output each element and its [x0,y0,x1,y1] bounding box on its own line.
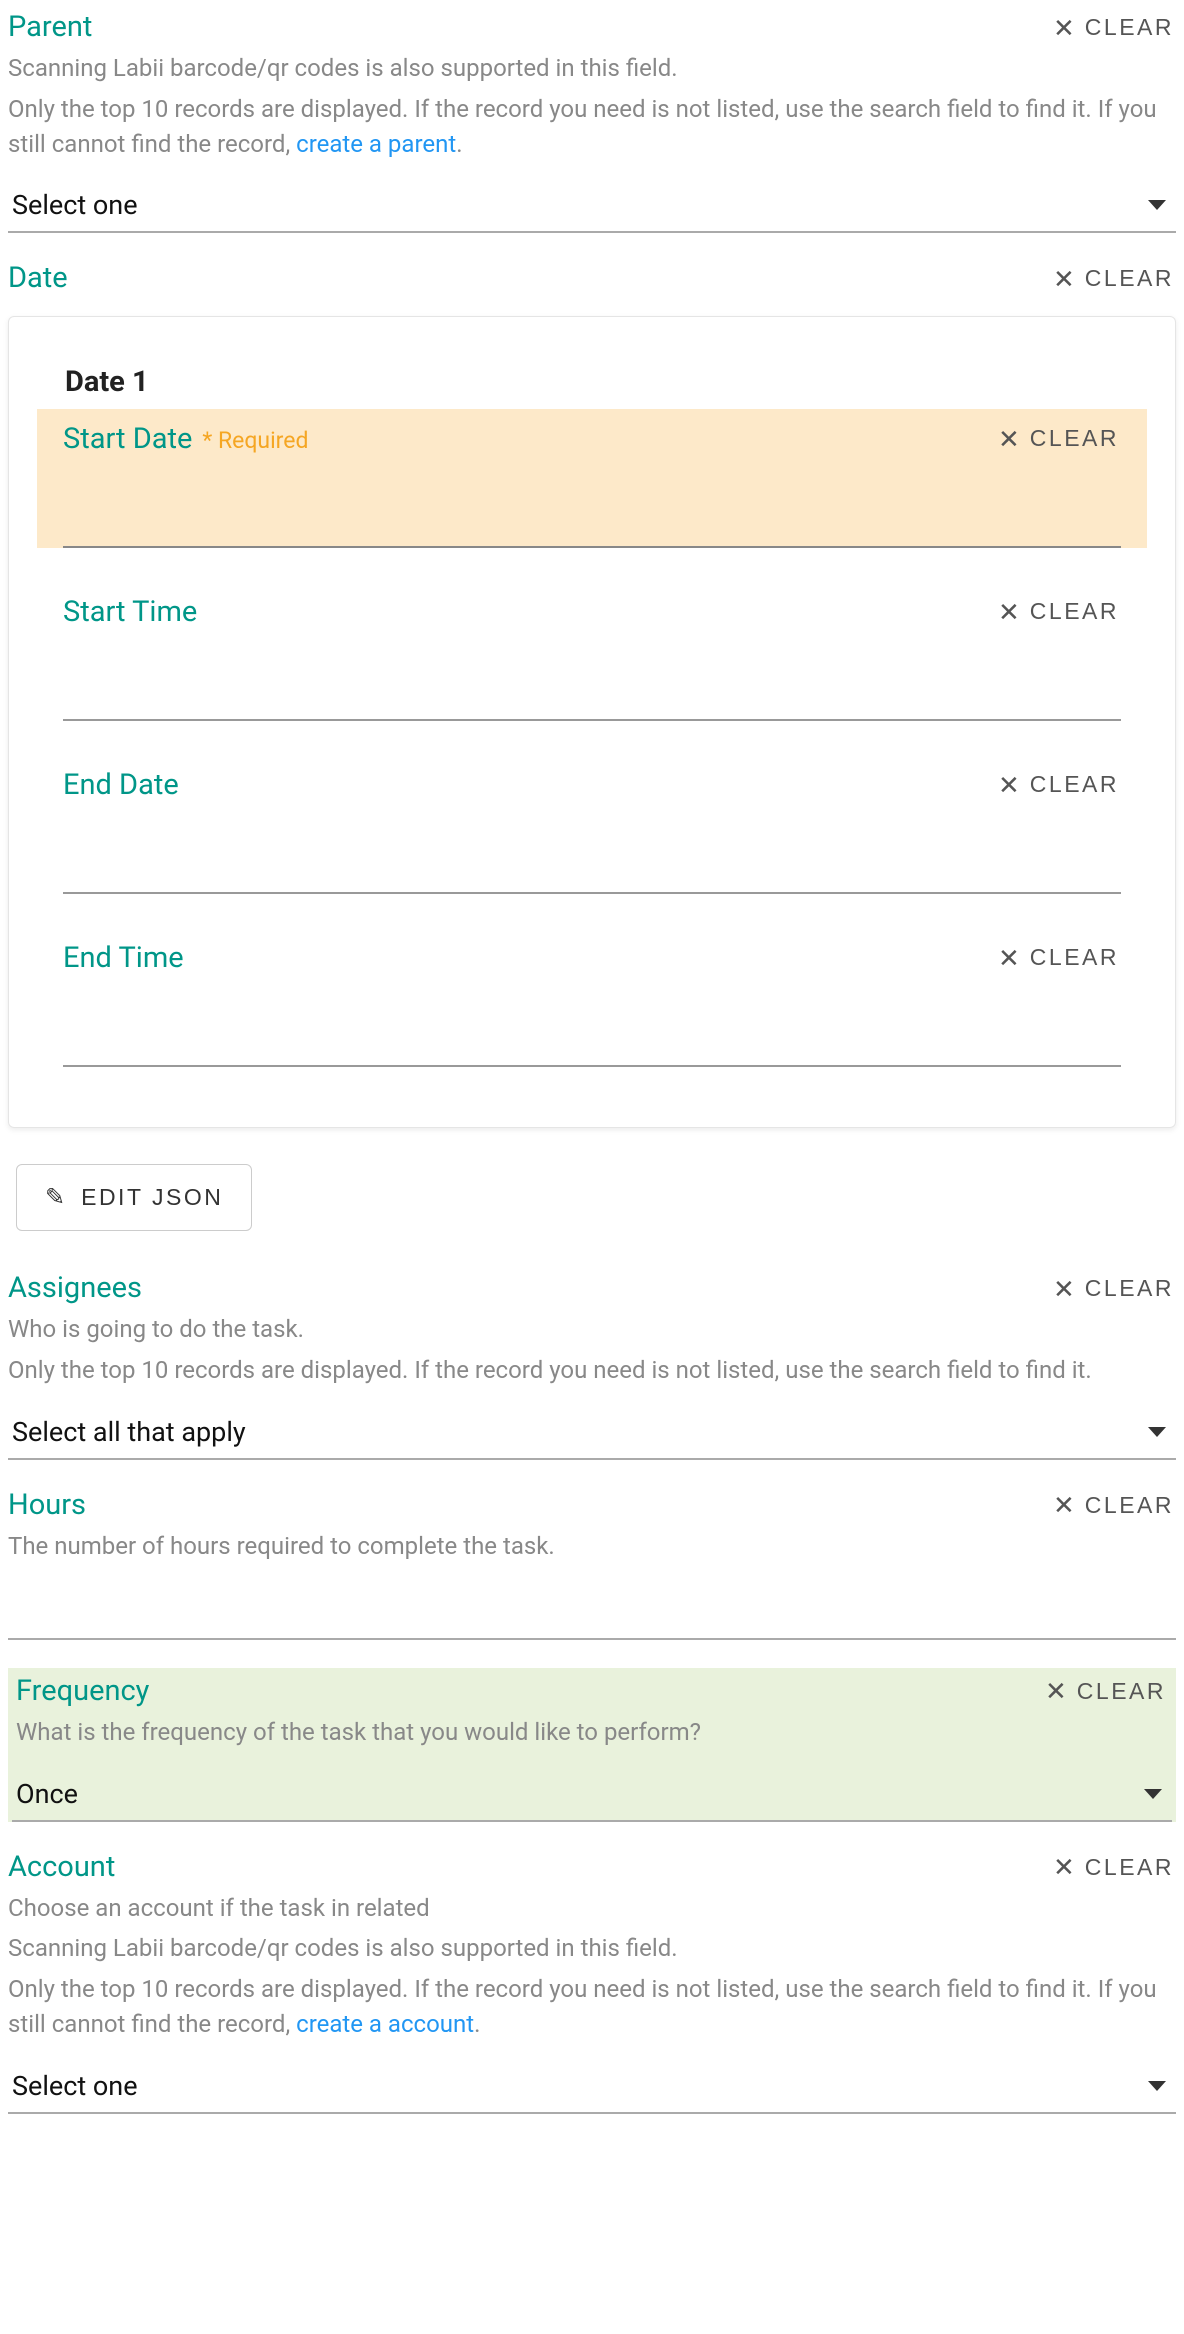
clear-label: CLEAR [1085,1275,1174,1302]
hours-field: Hours ✕ CLEAR The number of hours requir… [8,1488,1176,1640]
create-parent-link[interactable]: create a parent [296,130,456,158]
edit-json-label: EDIT JSON [81,1184,223,1211]
end-time-field: End Time ✕ CLEAR [37,928,1147,1067]
clear-label: CLEAR [1030,771,1119,798]
date-panel-title: Date 1 [29,365,1155,399]
hours-header: Hours ✕ CLEAR [8,1488,1176,1523]
assignees-help-1: Who is going to do the task. [8,1312,1176,1347]
chevron-down-icon [1148,200,1166,210]
end-time-header: End Time ✕ CLEAR [63,940,1121,975]
close-icon: ✕ [1045,1678,1067,1704]
close-icon: ✕ [998,945,1020,971]
close-icon: ✕ [998,426,1020,452]
parent-help-2-prefix: Only the top 10 records are displayed. I… [8,95,1157,158]
create-account-link[interactable]: create a account [296,2010,474,2038]
parent-clear-button[interactable]: ✕ CLEAR [1051,10,1176,45]
frequency-label: Frequency [16,1674,149,1709]
start-time-clear-button[interactable]: ✕ CLEAR [996,594,1121,629]
end-time-clear-button[interactable]: ✕ CLEAR [996,940,1121,975]
account-help-3-prefix: Only the top 10 records are displayed. I… [8,1975,1157,2038]
start-time-input[interactable] [63,629,1121,721]
account-header: Account ✕ CLEAR [8,1850,1176,1885]
assignees-field: Assignees ✕ CLEAR Who is going to do the… [8,1271,1176,1460]
required-tag: * Required [202,427,308,454]
account-field: Account ✕ CLEAR Choose an account if the… [8,1850,1176,2114]
chevron-down-icon [1148,1427,1166,1437]
end-date-clear-button[interactable]: ✕ CLEAR [996,767,1121,802]
parent-select[interactable]: Select one [8,175,1176,233]
account-select[interactable]: Select one [8,2056,1176,2114]
clear-label: CLEAR [1085,14,1174,41]
pencil-icon: ✎ [45,1183,65,1212]
start-time-label: Start Time [63,595,197,629]
close-icon: ✕ [1053,266,1075,292]
start-date-label-wrap: Start Date * Required [63,422,308,456]
start-date-header: Start Date * Required ✕ CLEAR [63,421,1121,456]
frequency-field: Frequency ✕ CLEAR What is the frequency … [8,1668,1176,1822]
parent-help-2: Only the top 10 records are displayed. I… [8,92,1176,162]
hours-label: Hours [8,1488,86,1523]
account-label: Account [8,1850,115,1885]
assignees-help-2: Only the top 10 records are displayed. I… [8,1353,1176,1388]
frequency-clear-button[interactable]: ✕ CLEAR [1043,1674,1168,1709]
close-icon: ✕ [998,772,1020,798]
assignees-clear-button[interactable]: ✕ CLEAR [1051,1271,1176,1306]
date-header: Date ✕ CLEAR [8,261,1176,296]
assignees-select[interactable]: Select all that apply [8,1402,1176,1460]
close-icon: ✕ [1053,1492,1075,1518]
assignees-header: Assignees ✕ CLEAR [8,1271,1176,1306]
assignees-select-placeholder: Select all that apply [12,1416,246,1448]
end-date-label: End Date [63,768,179,802]
chevron-down-icon [1148,2081,1166,2091]
clear-label: CLEAR [1030,598,1119,625]
clear-label: CLEAR [1085,265,1174,292]
account-help-2: Scanning Labii barcode/qr codes is also … [8,1931,1176,1966]
close-icon: ✕ [1053,1276,1075,1302]
account-help-3: Only the top 10 records are displayed. I… [8,1972,1176,2042]
frequency-help: What is the frequency of the task that y… [12,1715,1172,1750]
date-label: Date [8,261,68,296]
end-date-field: End Date ✕ CLEAR [37,755,1147,894]
account-clear-button[interactable]: ✕ CLEAR [1051,1850,1176,1885]
account-help-3-suffix: . [474,2010,480,2038]
frequency-select[interactable]: Once [12,1764,1172,1822]
end-time-input[interactable] [63,975,1121,1067]
start-date-field: Start Date * Required ✕ CLEAR [37,409,1147,548]
account-select-placeholder: Select one [12,2070,138,2102]
start-date-input[interactable] [63,456,1121,548]
date-clear-button[interactable]: ✕ CLEAR [1051,261,1176,296]
clear-label: CLEAR [1030,425,1119,452]
parent-header: Parent ✕ CLEAR [8,10,1176,45]
start-date-clear-button[interactable]: ✕ CLEAR [996,421,1121,456]
frequency-header: Frequency ✕ CLEAR [12,1674,1172,1709]
account-help-1: Choose an account if the task in related [8,1891,1176,1926]
close-icon: ✕ [1053,1854,1075,1880]
assignees-label: Assignees [8,1271,142,1306]
parent-field: Parent ✕ CLEAR Scanning Labii barcode/qr… [8,10,1176,233]
clear-label: CLEAR [1085,1854,1174,1881]
date-panel: Date 1 Start Date * Required ✕ CLEAR Sta… [8,316,1176,1128]
hours-help: The number of hours required to complete… [8,1529,1176,1564]
start-date-label: Start Date [63,422,192,456]
hours-clear-button[interactable]: ✕ CLEAR [1051,1488,1176,1523]
start-time-field: Start Time ✕ CLEAR [37,582,1147,721]
parent-help-2-suffix: . [456,130,462,158]
clear-label: CLEAR [1085,1492,1174,1519]
parent-select-placeholder: Select one [12,189,138,221]
hours-input[interactable] [8,1578,1176,1640]
parent-help-1: Scanning Labii barcode/qr codes is also … [8,51,1176,86]
edit-json-button[interactable]: ✎ EDIT JSON [16,1164,252,1231]
close-icon: ✕ [1053,15,1075,41]
start-time-header: Start Time ✕ CLEAR [63,594,1121,629]
parent-label: Parent [8,10,92,45]
end-date-header: End Date ✕ CLEAR [63,767,1121,802]
date-field: Date ✕ CLEAR Date 1 Start Date * Require… [8,261,1176,1128]
close-icon: ✕ [998,599,1020,625]
chevron-down-icon [1144,1789,1162,1799]
end-date-input[interactable] [63,802,1121,894]
clear-label: CLEAR [1077,1678,1166,1705]
clear-label: CLEAR [1030,944,1119,971]
frequency-select-value: Once [16,1778,78,1810]
end-time-label: End Time [63,941,184,975]
